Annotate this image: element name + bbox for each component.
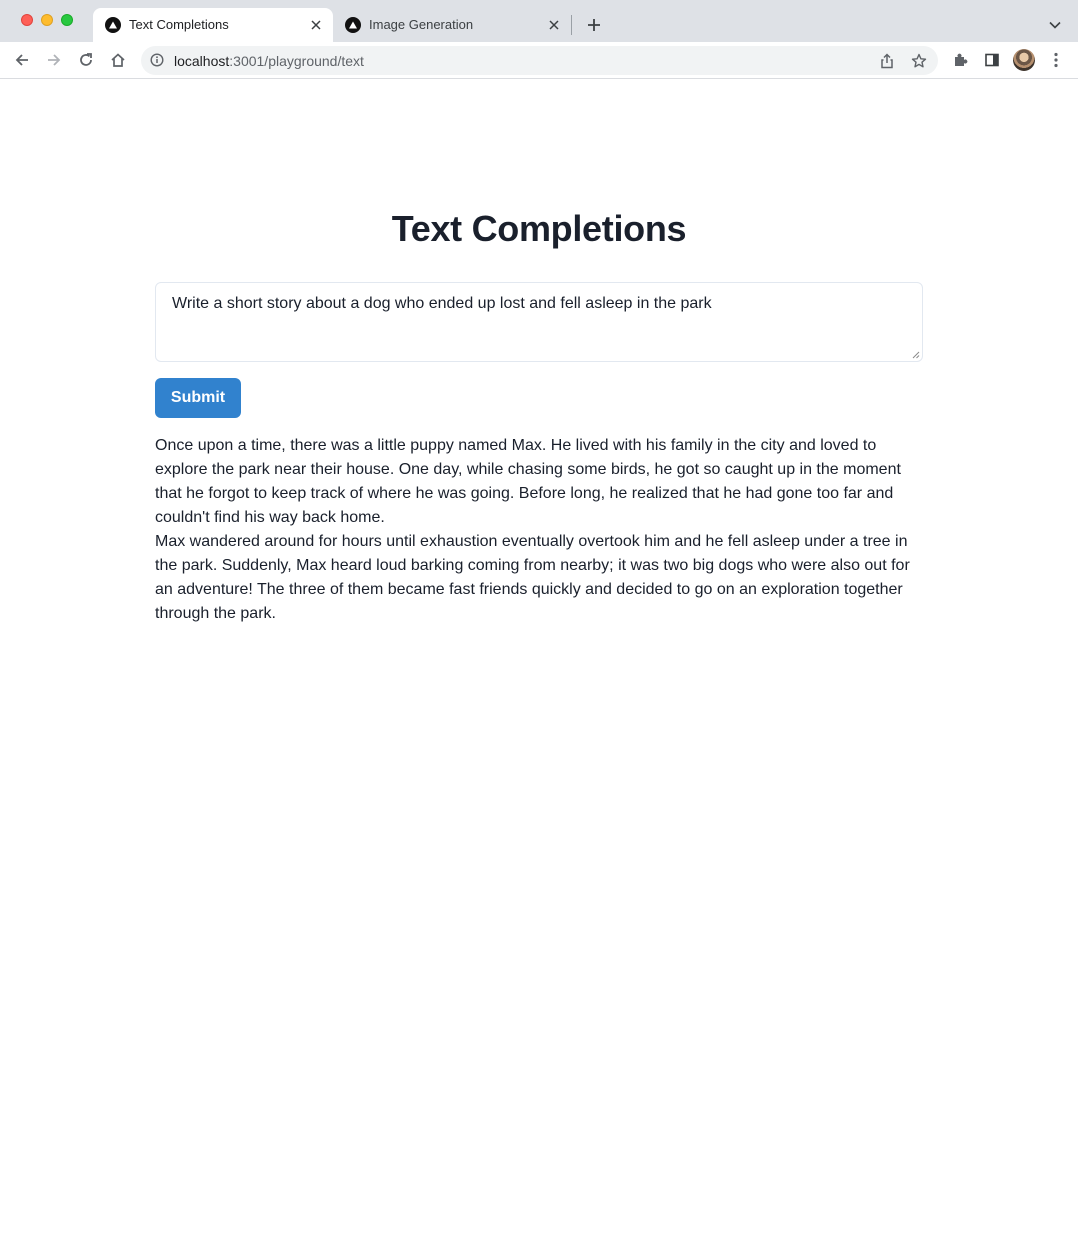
back-arrow-icon[interactable] bbox=[9, 47, 35, 73]
close-icon[interactable] bbox=[307, 16, 325, 34]
extensions-puzzle-icon[interactable] bbox=[947, 47, 973, 73]
home-icon[interactable] bbox=[105, 47, 131, 73]
resize-grip-icon[interactable] bbox=[912, 351, 920, 359]
prompt-textarea[interactable]: Write a short story about a dog who ende… bbox=[155, 282, 923, 362]
triangle-logo-icon bbox=[105, 17, 121, 33]
completion-output: Once upon a time, there was a little pup… bbox=[155, 434, 923, 626]
close-icon[interactable] bbox=[545, 16, 563, 34]
new-tab-plus-icon[interactable] bbox=[584, 15, 604, 35]
tab-text-completions[interactable]: Text Completions bbox=[93, 8, 333, 42]
avatar[interactable] bbox=[1013, 49, 1035, 71]
browser-window: Text Completions Image Generation localh… bbox=[0, 0, 1078, 1240]
maximize-window-button[interactable] bbox=[61, 14, 73, 26]
close-window-button[interactable] bbox=[21, 14, 33, 26]
info-icon[interactable] bbox=[149, 52, 165, 68]
url-path: :3001/playground/text bbox=[229, 53, 364, 69]
reload-icon[interactable] bbox=[73, 47, 99, 73]
side-panel-icon[interactable] bbox=[979, 47, 1005, 73]
bookmark-star-icon[interactable] bbox=[909, 51, 929, 71]
url-text[interactable]: localhost:3001/playground/text bbox=[174, 53, 364, 69]
address-bar[interactable]: localhost:3001/playground/text bbox=[141, 46, 938, 75]
minimize-window-button[interactable] bbox=[41, 14, 53, 26]
tab-title: Text Completions bbox=[129, 17, 229, 32]
prompt-text: Write a short story about a dog who ende… bbox=[172, 295, 712, 312]
chevron-down-icon[interactable] bbox=[1045, 15, 1065, 35]
url-host: localhost bbox=[174, 53, 230, 69]
tab-separator bbox=[571, 15, 572, 35]
more-menu-icon[interactable] bbox=[1043, 47, 1069, 73]
browser-toolbar: localhost:3001/playground/text bbox=[0, 42, 1078, 79]
tab-strip: Text Completions Image Generation bbox=[0, 0, 1078, 42]
forward-arrow-icon[interactable] bbox=[41, 47, 67, 73]
submit-button[interactable]: Submit bbox=[155, 378, 241, 418]
triangle-logo-icon bbox=[345, 17, 361, 33]
tab-image-generation[interactable]: Image Generation bbox=[333, 8, 571, 42]
page-title: Text Completions bbox=[391, 208, 687, 249]
output-paragraph: Once upon a time, there was a little pup… bbox=[155, 437, 901, 526]
tab-title: Image Generation bbox=[369, 17, 474, 32]
share-icon[interactable] bbox=[877, 51, 897, 71]
output-paragraph: Max wandered around for hours until exha… bbox=[155, 533, 910, 622]
